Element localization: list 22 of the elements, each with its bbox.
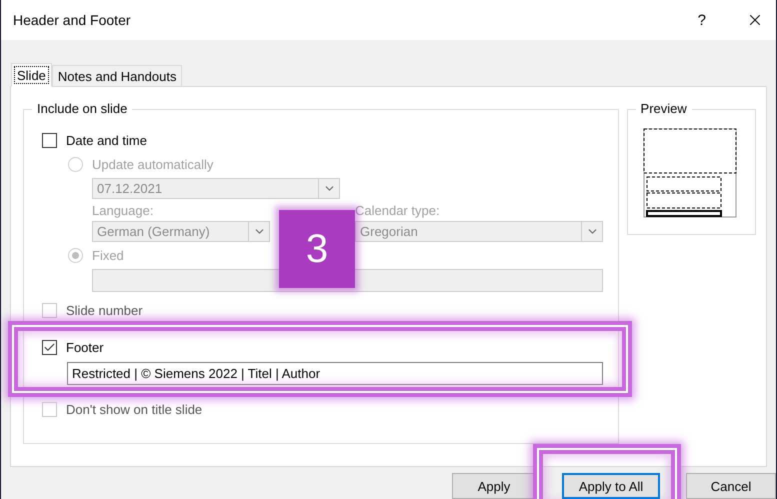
checkbox-label: Slide number	[66, 303, 143, 318]
field-label: Calendar type:	[355, 203, 441, 218]
dialog-button[interactable]: Apply to All	[562, 473, 660, 499]
group-title: Preview	[636, 101, 692, 116]
field-value: Restricted | © Siemens 2022 | Titel | Author	[72, 366, 320, 381]
radio-label: Fixed	[92, 248, 124, 262]
radio-label: Update automatically	[92, 156, 214, 172]
help-button[interactable]: ?	[698, 12, 706, 28]
tab[interactable]: Notes and Handouts	[52, 65, 182, 87]
input-field[interactable]: Restricted | © Siemens 2022 | Titel | Author	[67, 362, 603, 385]
checkbox[interactable]	[42, 340, 57, 355]
window-title: Header and Footer	[13, 12, 132, 28]
group-title: Include on slide	[32, 101, 132, 116]
field-label: Language:	[92, 203, 154, 218]
step-badge: 3	[279, 210, 355, 288]
dialog-button[interactable]: Cancel	[686, 473, 776, 499]
checkbox-label: Date and time	[66, 132, 147, 148]
dialog-button[interactable]: Apply	[452, 473, 536, 499]
checkbox-label: Footer	[66, 340, 104, 355]
tab[interactable]: Slide	[11, 63, 52, 87]
checkbox[interactable]	[42, 132, 57, 148]
checkbox-label: Don't show on title slide	[66, 402, 202, 417]
